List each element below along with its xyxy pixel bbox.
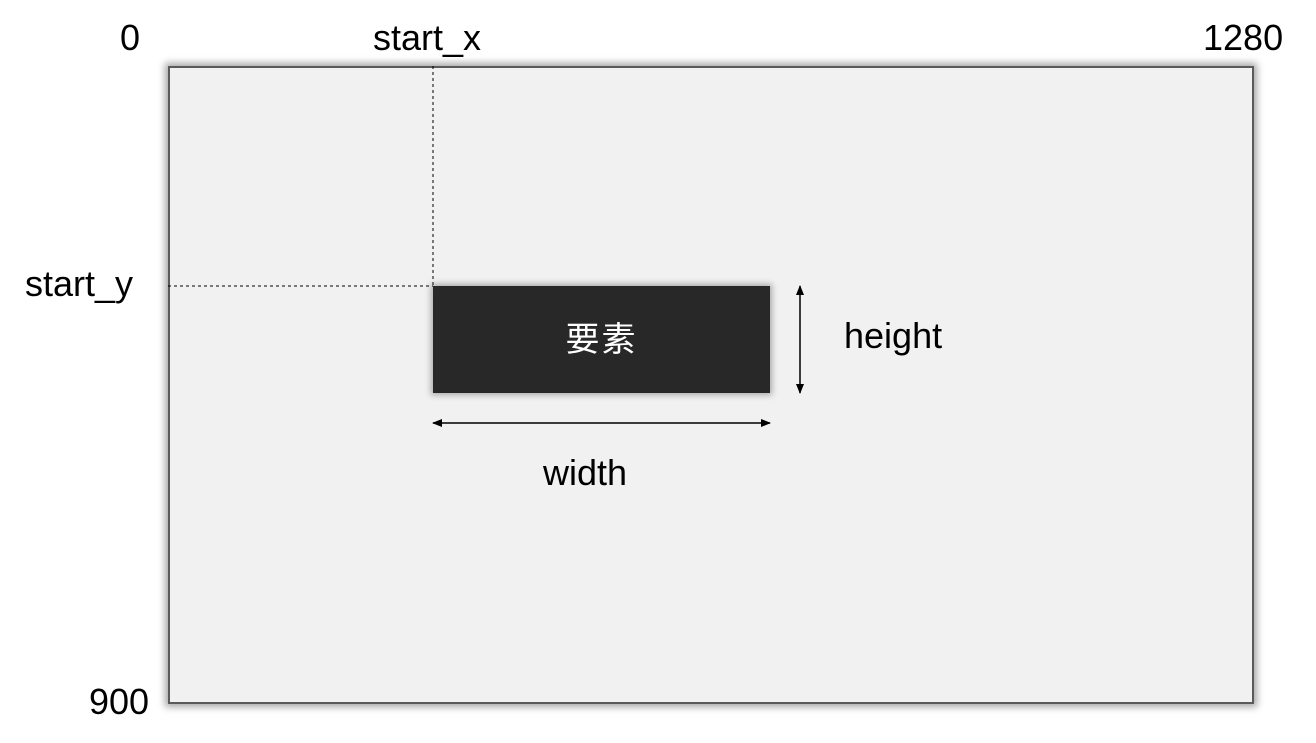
start-y-label: start_y — [25, 263, 134, 304]
origin-label: 0 — [120, 17, 141, 58]
start-x-label: start_x — [373, 17, 482, 58]
height-label: height — [844, 315, 943, 356]
width-label: width — [543, 452, 628, 493]
y-max-label: 900 — [89, 681, 150, 722]
element-box: 要素 — [433, 286, 770, 393]
element-label: 要素 — [565, 319, 638, 360]
x-max-label: 1280 — [1203, 17, 1284, 58]
coordinate-diagram: 要素 0 start_x 1280 start_y 900 width heig… — [0, 0, 1316, 743]
